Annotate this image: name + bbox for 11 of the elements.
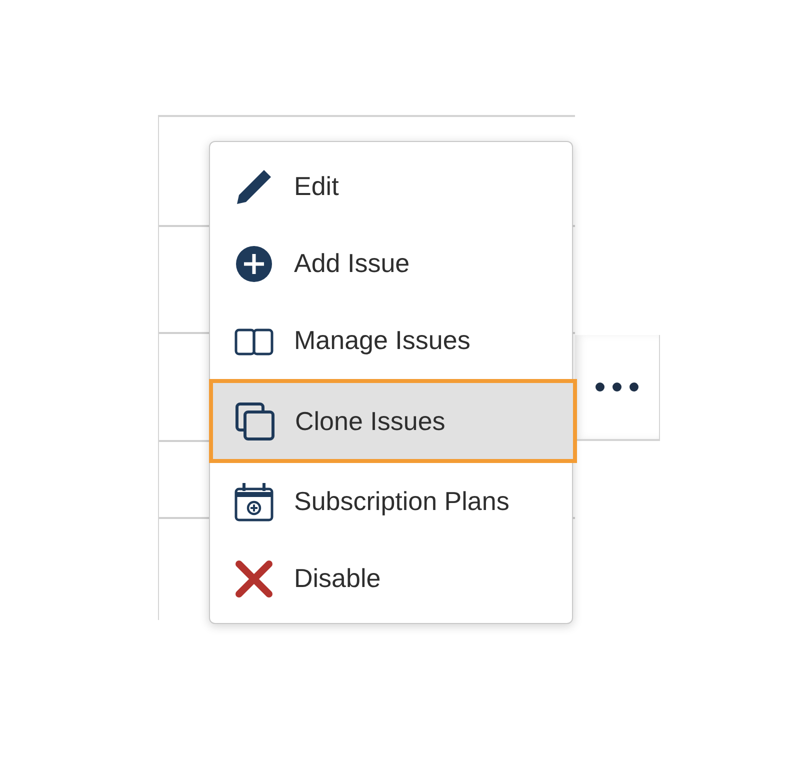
menu-item[interactable]: Manage Issues (210, 302, 572, 379)
menu-item[interactable]: Clone Issues (209, 379, 577, 463)
copy-icon (235, 401, 275, 441)
more-icon[interactable] (594, 381, 640, 393)
plus-circle-icon (234, 244, 274, 284)
menu-item[interactable]: Subscription Plans (210, 463, 572, 540)
menu-item[interactable]: Add Issue (210, 225, 572, 302)
menu-item[interactable]: Edit (210, 148, 572, 225)
menu-item[interactable]: Disable (210, 540, 572, 617)
close-icon (234, 558, 274, 598)
calendar-add-icon (234, 482, 274, 522)
